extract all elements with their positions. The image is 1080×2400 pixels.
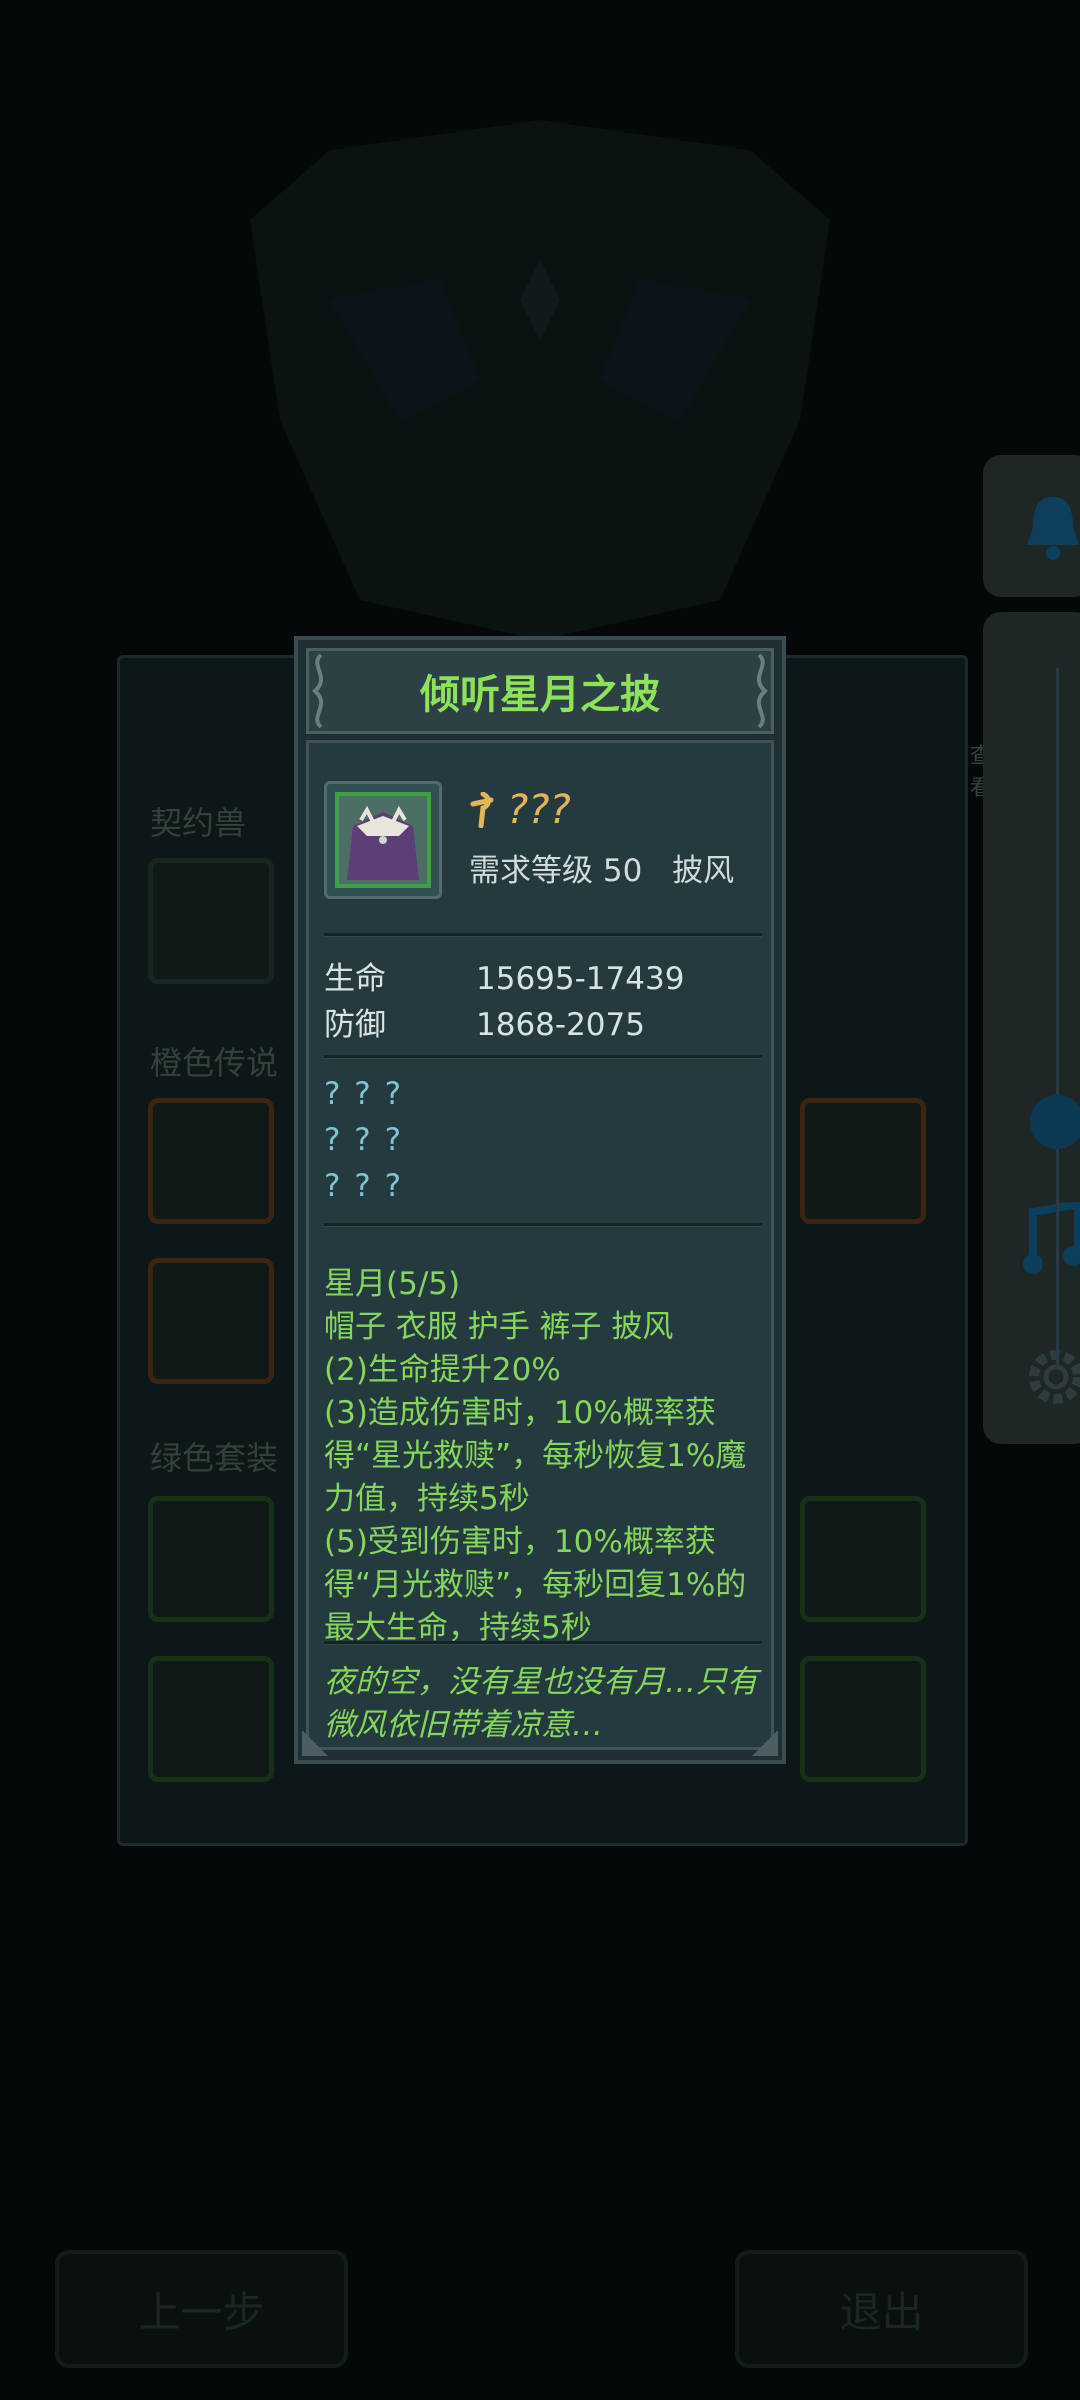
flavor-text: 夜的空，没有星也没有月…只有微风依旧带着凉意… [324,1664,758,1743]
notification-tab[interactable] [983,455,1080,597]
footer-right-ornament [752,1730,778,1756]
stat-label: 生命 [324,961,386,997]
level-requirement: 需求等级 50 [469,853,643,889]
beast-slot[interactable] [148,858,274,984]
gear-icon[interactable] [1021,1342,1080,1412]
stat-value: 1868-2075 [476,1007,645,1043]
popup-header: 倾听星月之披 [306,648,774,734]
stat-row-hp: 生命 15695-17439 [324,953,684,998]
section-label-contract-beast: 契约兽 [150,804,247,842]
divider [324,933,762,937]
orange-slot[interactable] [148,1098,274,1224]
set-pieces: 帽子 衣服 护手 裤子 披风 [324,1309,674,1345]
item-name: ??? [507,787,571,833]
item-requirements: 需求等级 50 披风 [469,845,754,890]
orange-slot[interactable] [148,1258,274,1384]
volume-slider-track[interactable] [1056,668,1059,1368]
slot-type: 披风 [672,853,735,889]
divider [324,1641,762,1645]
green-slot[interactable] [148,1496,274,1622]
item-icon-slot [335,792,431,888]
unknown-affix: ? ? ? [324,1122,404,1158]
set-name: 星月(5/5) [324,1266,461,1302]
unknown-affix: ? ? ? [324,1168,404,1204]
set-bonus-block: 星月(5/5) 帽子 衣服 护手 裤子 披风 (2)生命提升20% (3)造成伤… [324,1263,764,1650]
legendary-rune-icon [470,792,494,828]
green-slot[interactable] [800,1496,926,1622]
music-icon[interactable] [1023,1202,1080,1282]
bell-icon [1027,497,1079,560]
green-slot[interactable] [800,1656,926,1782]
set-bonus-3: (3)造成伤害时，10%概率获得“星光救赎”，每秒恢复1%魔力值，持续5秒 [324,1395,747,1517]
demon-emblem-art [250,120,830,640]
item-title: 倾听星月之披 [420,672,660,718]
section-label-green-set: 绿色套装 [150,1439,279,1477]
stat-row-defense: 防御 1868-2075 [324,999,645,1044]
item-tooltip-popup: 倾听星月之披 ??? 需求等级 50 披风 生命 15695-17439 防御 … [294,636,786,1764]
popup-body: ??? 需求等级 50 披风 生命 15695-17439 防御 1868-2075… [306,740,774,1750]
unknown-affix: ? ? ? [324,1076,404,1112]
green-slot[interactable] [148,1656,274,1782]
item-icon-frame [324,781,442,899]
section-label-orange-legend: 橙色传说 [150,1044,279,1082]
footer-left-ornament [302,1730,328,1756]
settings-side-panel [983,612,1080,1444]
set-bonus-2: (2)生命提升20% [324,1352,561,1388]
back-button[interactable]: 上一步 [55,2250,348,2368]
stat-label: 防御 [324,1007,386,1043]
set-bonus-5: (5)受到伤害时，10%概率获得“月光救赎”，每秒回复1%的最大生命，持续5秒 [324,1524,747,1646]
divider [324,1055,762,1059]
divider [324,1223,762,1227]
stat-value: 15695-17439 [476,961,685,997]
orange-slot[interactable] [800,1098,926,1224]
exit-button[interactable]: 退出 [735,2250,1028,2368]
volume-slider-knob[interactable] [1030,1095,1080,1149]
cloak-icon [347,805,419,880]
item-name-row: ??? [469,787,571,833]
